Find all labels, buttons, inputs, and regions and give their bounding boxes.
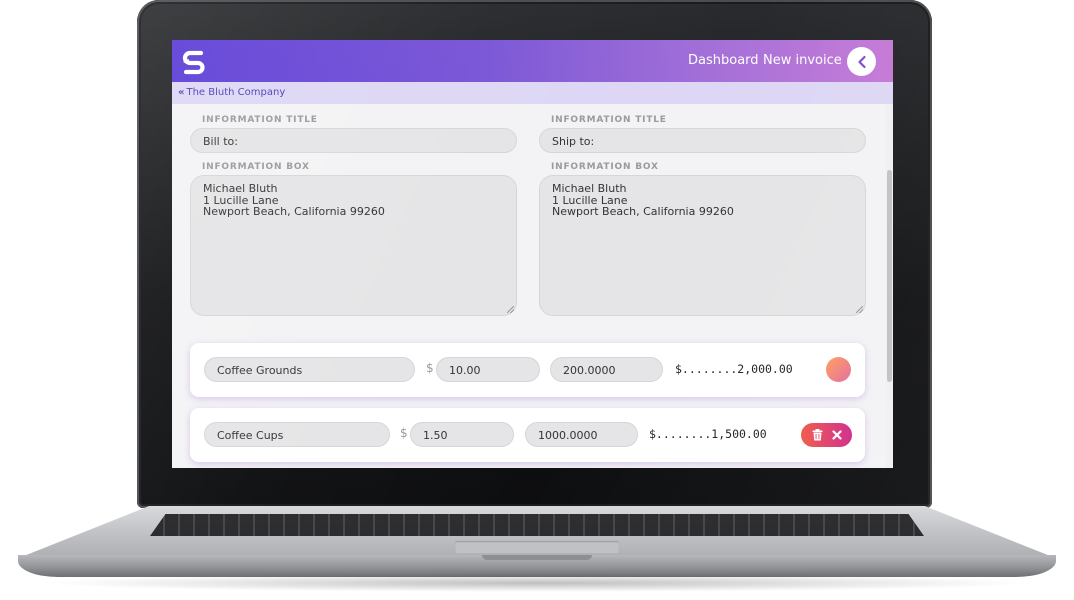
item-description-input[interactable]: Coffee Cups xyxy=(204,422,390,447)
address-line: Newport Beach, California 99260 xyxy=(552,205,734,218)
invoice-form: INFORMATION TITLE Bill to: INFORMATION B… xyxy=(172,104,886,468)
double-chevron-left-icon: « xyxy=(178,87,185,98)
ship-to-box-label: INFORMATION BOX xyxy=(551,162,659,172)
currency-symbol: $ xyxy=(400,426,408,440)
s-logo-icon[interactable] xyxy=(180,47,208,75)
delete-row-button[interactable] xyxy=(812,429,823,441)
back-button[interactable] xyxy=(847,47,876,76)
line-item-row: Coffee Cups $ 1.50 1000.0000 $........1,… xyxy=(190,408,865,462)
line-item-row: Coffee Grounds $ 10.00 200.0000 $.......… xyxy=(190,343,865,397)
top-navigation-bar: Dashboard New invoice xyxy=(172,40,893,82)
address-line: Michael Bluth xyxy=(203,182,278,195)
bill-to-box-label: INFORMATION BOX xyxy=(202,162,310,172)
breadcrumb-bar: «The Bluth Company xyxy=(172,82,893,104)
ship-to-title-label: INFORMATION TITLE xyxy=(551,115,667,125)
laptop-trackpad xyxy=(455,541,619,553)
item-total: $........2,000.00 xyxy=(675,362,793,376)
bill-to-title-label: INFORMATION TITLE xyxy=(202,115,318,125)
bill-to-address-textarea[interactable]: Michael Bluth 1 Lucille Lane Newport Bea… xyxy=(190,175,517,316)
ship-to-address-textarea[interactable]: Michael Bluth 1 Lucille Lane Newport Bea… xyxy=(539,175,866,316)
laptop-shadow xyxy=(40,574,1034,592)
address-line: Michael Bluth xyxy=(552,182,627,195)
item-quantity-input[interactable]: 1000.0000 xyxy=(525,422,638,447)
address-line: Newport Beach, California 99260 xyxy=(203,205,385,218)
remove-row-button[interactable] xyxy=(831,430,842,440)
item-price-input[interactable]: 10.00 xyxy=(436,357,540,382)
resize-handle-icon[interactable] xyxy=(856,306,863,313)
laptop-keyboard xyxy=(150,514,924,536)
nav-new-invoice-link[interactable]: New invoice xyxy=(763,53,842,68)
close-icon xyxy=(831,430,842,440)
app-screen: Dashboard New invoice «The Bluth Company… xyxy=(172,40,893,468)
row-action-button[interactable] xyxy=(826,357,851,382)
row-actions xyxy=(801,423,852,447)
bill-to-title-input[interactable]: Bill to: xyxy=(190,128,517,153)
chevron-left-icon xyxy=(857,55,866,68)
breadcrumb[interactable]: «The Bluth Company xyxy=(178,87,285,98)
trash-icon xyxy=(812,429,822,441)
resize-handle-icon[interactable] xyxy=(507,306,514,313)
item-total: $........1,500.00 xyxy=(649,427,767,441)
item-quantity-input[interactable]: 200.0000 xyxy=(550,357,663,382)
breadcrumb-label: The Bluth Company xyxy=(186,87,286,98)
item-price-input[interactable]: 1.50 xyxy=(410,422,514,447)
content-scrollbar[interactable] xyxy=(886,104,893,468)
nav-dashboard-link[interactable]: Dashboard xyxy=(688,53,759,68)
ship-to-title-input[interactable]: Ship to: xyxy=(539,128,866,153)
currency-symbol: $ xyxy=(426,361,434,375)
item-description-input[interactable]: Coffee Grounds xyxy=(204,357,415,382)
laptop-notch xyxy=(482,555,592,560)
scrollbar-thumb[interactable] xyxy=(887,170,892,382)
